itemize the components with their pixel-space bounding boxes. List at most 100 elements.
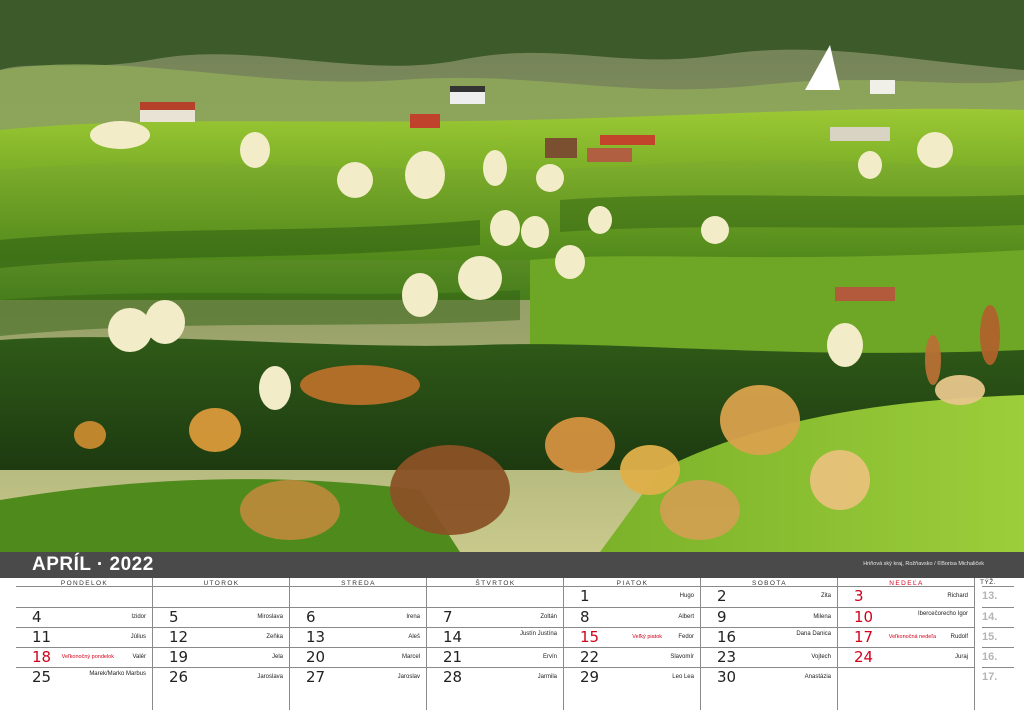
date-cell[interactable]: 24 Juraj [838, 647, 974, 667]
date-cell[interactable] [427, 586, 563, 606]
date-cell[interactable]: 6 Irena [290, 607, 426, 627]
date-number: 23 [717, 648, 737, 666]
date-cell[interactable]: 20 Marcel [290, 647, 426, 667]
calendar-page: APRÍL · 2022 Hriňová ský kraj, Rožňavsko… [0, 0, 1024, 717]
nameday-label: Ervín [542, 654, 557, 660]
week-number: 16. [982, 647, 1014, 667]
date-number: 5 [169, 608, 179, 626]
nameday-label: Jarmila [537, 674, 557, 680]
nameday-label: Július [130, 634, 146, 640]
date-cell[interactable]: 13 Aleš [290, 627, 426, 647]
day-column-7: NEDEĽA 3 Richard 10 Ibercečorecho Igor 17 Veľk… [838, 578, 975, 710]
date-cell[interactable] [838, 667, 974, 687]
date-cell[interactable]: 8 Albert [564, 607, 700, 627]
date-number: 16 [717, 628, 737, 646]
nameday-label: Hugo [679, 593, 694, 599]
date-number: 26 [169, 668, 189, 686]
date-cell[interactable]: 25 Marek/Marko Marbus [16, 667, 152, 687]
nameday-label: Valér [132, 654, 146, 660]
date-cell[interactable] [290, 586, 426, 606]
date-cell[interactable]: 21 Ervín [427, 647, 563, 667]
date-number: 30 [717, 668, 737, 686]
date-cell[interactable]: 17 Veľkonočná nedeľa Rudolf [838, 627, 974, 647]
nameday-label: Zita [820, 593, 831, 599]
date-number: 11 [32, 628, 52, 646]
date-cell[interactable]: 3 Richard [838, 586, 974, 606]
nameday-label: Juraj [954, 654, 968, 660]
date-cell[interactable]: 19 Jela [153, 647, 289, 667]
date-number: 17 [854, 628, 874, 646]
date-number: 28 [443, 668, 463, 686]
date-cell[interactable]: 4 Izidor [16, 607, 152, 627]
date-number: 10 [854, 608, 874, 626]
nameday-label: Aleš [408, 634, 420, 640]
date-cell[interactable]: 23 Vojtech [701, 647, 837, 667]
date-cell[interactable]: 5 Miroslava [153, 607, 289, 627]
week-number: 17. [982, 667, 1014, 687]
day-column-6: SOBOTA 2 Zita 9 Milena 16 Dana Danica 23 Vojtech… [701, 578, 838, 710]
nameday-label: Vojtech [811, 654, 831, 660]
nameday-label: Fedor [678, 634, 694, 640]
date-cell[interactable]: 9 Milena [701, 607, 837, 627]
calendar-grid: PONDELOK 4 Izidor 11 Július 18 Veľkonočný pond… [16, 578, 976, 710]
date-number: 6 [306, 608, 316, 626]
week-numbers-column: TÝŽ. 13. 14. 15. 16. 17. [976, 578, 1024, 710]
date-number: 22 [580, 648, 600, 666]
date-cell[interactable]: 11 Július [16, 627, 152, 647]
nameday-label: Izidor [131, 614, 146, 620]
date-cell[interactable]: 10 Ibercečorecho Igor [838, 607, 974, 627]
date-number: 15 [580, 628, 600, 646]
nameday-label: Miroslava [257, 614, 283, 620]
date-cell[interactable] [153, 586, 289, 606]
date-cell[interactable]: 12 Zeňka [153, 627, 289, 647]
photo-credit: Hriňová ský kraj, Rožňavsko / ©Borisa Mi… [863, 561, 984, 567]
nameday-label: Albert [678, 614, 694, 620]
date-cell[interactable]: 29 Leo Lea [564, 667, 700, 687]
date-cell[interactable]: 15 Veľký piatok Fedor [564, 627, 700, 647]
date-cell[interactable]: 1 Hugo [564, 586, 700, 606]
day-column-5: PIATOK 1 Hugo 8 Albert 15 Veľký piatok Fedor 22 S… [564, 578, 701, 710]
landscape-illustration [0, 0, 1024, 552]
nameday-label: Jaroslav [397, 674, 420, 680]
date-number: 25 [32, 668, 52, 686]
nameday-label: Irena [406, 614, 420, 620]
date-number: 3 [854, 587, 864, 605]
week-header: TÝŽ. [980, 579, 997, 586]
date-cell[interactable]: 7 Zoltán [427, 607, 563, 627]
date-number: 24 [854, 648, 874, 666]
nameday-label: Zeňka [266, 634, 283, 640]
date-number: 14 [443, 628, 463, 646]
date-cell[interactable]: 14 Justín Justína [427, 627, 563, 647]
day-column-4: ŠTVRTOK 7 Zoltán 14 Justín Justína 21 Ervín 28 J… [427, 578, 564, 710]
week-number: 15. [982, 627, 1014, 647]
date-number: 8 [580, 608, 590, 626]
date-cell[interactable]: 26 Jaroslava [153, 667, 289, 687]
nameday-label: Zoltán [540, 614, 557, 620]
date-number: 19 [169, 648, 189, 666]
date-number: 29 [580, 668, 600, 686]
date-cell[interactable]: 28 Jarmila [427, 667, 563, 687]
month-title-bar: APRÍL · 2022 Hriňová ský kraj, Rožňavsko… [0, 552, 1024, 578]
date-number: 13 [306, 628, 326, 646]
date-cell[interactable]: 2 Zita [701, 586, 837, 606]
date-number: 18 [32, 648, 52, 666]
date-cell[interactable]: 27 Jaroslav [290, 667, 426, 687]
date-cell[interactable]: 16 Dana Danica [701, 627, 837, 647]
date-cell[interactable]: 18 Veľkonočný pondelok Valér [16, 647, 152, 667]
nameday-label: Slavomír [670, 654, 694, 660]
date-number: 20 [306, 648, 326, 666]
date-number: 12 [169, 628, 189, 646]
nameday-label: Jaroslava [257, 674, 283, 680]
date-number: 2 [717, 587, 727, 605]
date-cell[interactable]: 22 Slavomír [564, 647, 700, 667]
landscape-photo [0, 0, 1024, 552]
day-column-3: STREDA 6 Irena 13 Aleš 20 Marcel 27 Jaroslav [290, 578, 427, 710]
nameday-label: Justín Justína [519, 631, 557, 637]
date-number: 9 [717, 608, 727, 626]
nameday-label: Jela [271, 654, 283, 660]
nameday-label: Anastázia [804, 674, 831, 680]
date-cell[interactable]: 30 Anastázia [701, 667, 837, 687]
nameday-label: Richard [947, 593, 968, 599]
nameday-label: Rudolf [950, 634, 968, 640]
date-cell[interactable] [16, 586, 152, 606]
